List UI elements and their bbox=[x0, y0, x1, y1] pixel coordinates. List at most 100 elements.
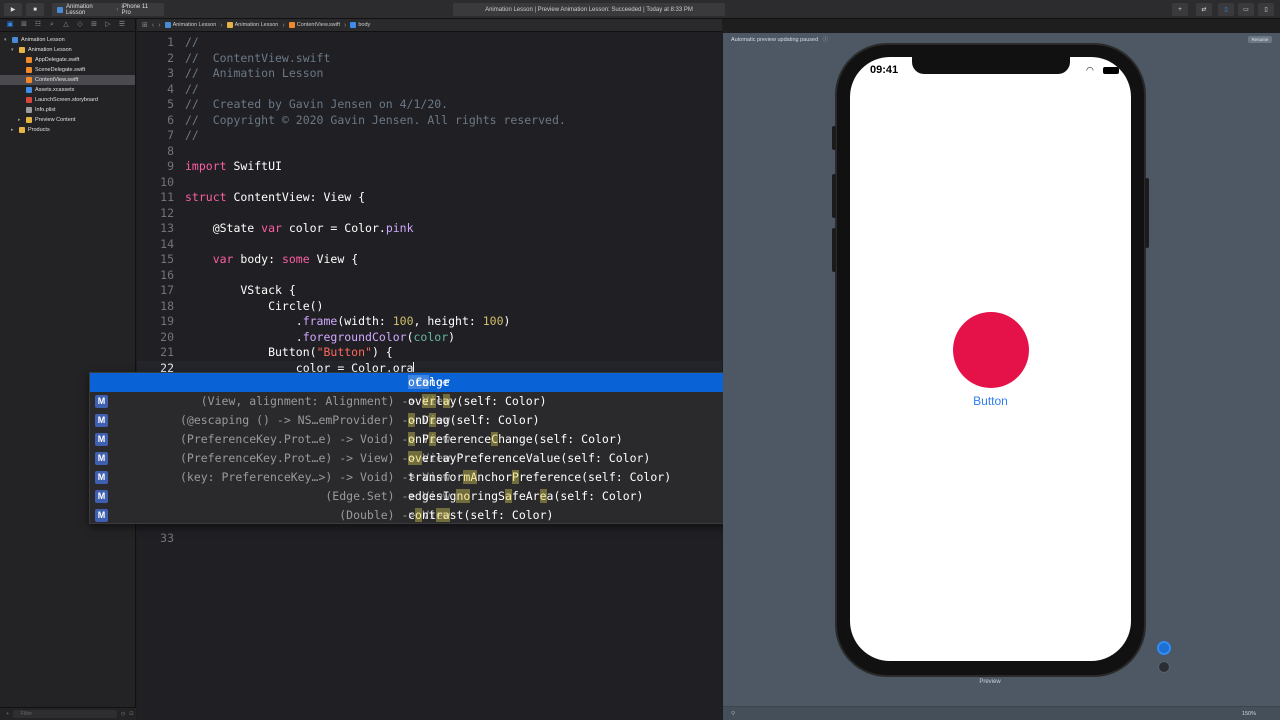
code-token: @State bbox=[185, 221, 262, 235]
zoom-level[interactable]: 150% bbox=[1242, 707, 1256, 720]
related-items-icon[interactable]: ⊞ bbox=[142, 21, 148, 29]
code-line[interactable]: 16 bbox=[137, 268, 722, 284]
code-line[interactable]: 6 // Copyright © 2020 Gavin Jensen. All r… bbox=[137, 113, 722, 129]
navigator-item[interactable]: SceneDelegate.swift bbox=[0, 65, 135, 75]
pink-circle bbox=[953, 312, 1029, 388]
breadcrumb-project[interactable]: Animation Lesson bbox=[164, 22, 216, 28]
code-line[interactable]: 7 // bbox=[137, 128, 722, 144]
navigator-item-label: Preview Content bbox=[35, 117, 76, 123]
filter-input[interactable]: Filter bbox=[12, 710, 117, 718]
navigator-item[interactable]: LaunchScreen.storyboard bbox=[0, 95, 135, 105]
info-icon: ⓘ bbox=[822, 37, 829, 43]
code-token: import bbox=[185, 159, 227, 173]
completion-name: overlayPreferenceValue(self: Color) bbox=[408, 451, 651, 465]
live-preview-icon[interactable] bbox=[1157, 641, 1171, 655]
source-control-icon[interactable]: ⊠ bbox=[20, 21, 28, 29]
code-text: // Copyright © 2020 Gavin Jensen. All ri… bbox=[185, 113, 566, 129]
disclosure-triangle-icon[interactable]: ▾ bbox=[11, 45, 16, 55]
line-number: 18 bbox=[160, 298, 174, 313]
preview-on-device-icon[interactable] bbox=[1158, 661, 1170, 673]
navigator-item[interactable]: ▾ Animation Lesson bbox=[0, 35, 135, 45]
code-token: color = Color. bbox=[281, 221, 386, 235]
code-line[interactable]: 20 .foregroundColor(color) bbox=[137, 330, 722, 346]
back-icon[interactable]: ‹ bbox=[152, 22, 154, 29]
code-line[interactable]: 4 // bbox=[137, 82, 722, 98]
library-button[interactable]: + bbox=[1172, 3, 1188, 16]
code-line[interactable]: 13 @State var color = Color.pink bbox=[137, 221, 722, 237]
line-number: 4 bbox=[167, 81, 174, 96]
inspector-toggle[interactable]: ▯ bbox=[1258, 3, 1274, 16]
hierarchy-icon[interactable]: ☷ bbox=[34, 21, 42, 29]
code-token: color bbox=[413, 329, 449, 344]
navigator-toggle[interactable]: ▯ bbox=[1218, 3, 1234, 16]
debug-toggle[interactable]: ▭ bbox=[1238, 3, 1254, 16]
pin-icon[interactable]: ⚲ bbox=[731, 711, 735, 717]
code-token: ContentView: View { bbox=[226, 190, 366, 204]
navigator-item[interactable]: ContentView.swift bbox=[0, 75, 135, 85]
add-icon[interactable]: + bbox=[6, 711, 9, 717]
code-line[interactable]: 33 bbox=[137, 531, 722, 547]
chevron-right-icon: › bbox=[344, 21, 347, 29]
code-line[interactable]: 18 Circle() bbox=[137, 299, 722, 315]
run-button[interactable]: ▶ bbox=[4, 3, 22, 16]
code-line[interactable]: 2 // ContentView.swift bbox=[137, 51, 722, 67]
silent-switch bbox=[832, 126, 836, 150]
side-button bbox=[1145, 178, 1149, 248]
code-line[interactable]: 19 .frame(width: 100, height: 100) bbox=[137, 314, 722, 330]
test-icon[interactable]: ◇ bbox=[76, 21, 84, 29]
navigator-item[interactable]: ▾ Animation Lesson bbox=[0, 45, 135, 55]
code-line[interactable]: 14 bbox=[137, 237, 722, 253]
navigator-item[interactable]: ▸ Preview Content bbox=[0, 115, 135, 125]
code-token: VStack { bbox=[185, 283, 296, 297]
code-line[interactable]: 3 // Animation Lesson bbox=[137, 66, 722, 82]
code-review-button[interactable]: ⇄ bbox=[1196, 3, 1212, 16]
resume-button[interactable]: Resume bbox=[1248, 36, 1272, 43]
preview-label: Preview bbox=[979, 679, 1001, 685]
line-number: 8 bbox=[167, 143, 174, 158]
navigator-item[interactable]: Info.plist bbox=[0, 105, 135, 115]
preview-button[interactable]: Button bbox=[850, 394, 1131, 408]
code-line[interactable]: 21 Button("Button") { bbox=[137, 345, 722, 361]
method-badge-icon: M bbox=[95, 471, 108, 484]
chevron-right-icon: › bbox=[220, 21, 223, 29]
search-icon[interactable]: ⌕ bbox=[48, 21, 56, 29]
code-token: some bbox=[281, 252, 310, 266]
code-line[interactable]: 12 bbox=[137, 206, 722, 222]
code-line[interactable]: 8 bbox=[137, 144, 722, 160]
recent-files-icon[interactable]: ◷ bbox=[121, 711, 125, 717]
code-text: // Animation Lesson bbox=[185, 66, 323, 82]
code-line[interactable]: 1 // bbox=[137, 35, 722, 51]
code-line[interactable]: 5 // Created by Gavin Jensen on 4/1/20. bbox=[137, 97, 722, 113]
breadcrumb-group[interactable]: Animation Lesson bbox=[226, 22, 278, 28]
method-badge-icon: M bbox=[95, 509, 108, 522]
breadcrumb-file[interactable]: ContentView.swift bbox=[288, 22, 340, 28]
code-text: .foregroundColor(color) bbox=[185, 330, 455, 346]
code-token: . bbox=[185, 329, 303, 344]
breakpoint-icon[interactable]: ▷ bbox=[104, 21, 112, 29]
report-icon[interactable]: ☰ bbox=[118, 21, 126, 29]
folder-icon[interactable]: ▣ bbox=[6, 21, 14, 29]
navigator-item[interactable]: ▸ Products bbox=[0, 125, 135, 135]
debug-icon[interactable]: ⊞ bbox=[90, 21, 98, 29]
line-number: 3 bbox=[167, 66, 174, 80]
code-token: . bbox=[185, 314, 303, 328]
navigator-item[interactable]: AppDelegate.swift bbox=[0, 55, 135, 65]
navigator-item[interactable]: Assets.xcassets bbox=[0, 85, 135, 95]
completion-name: edgesIgnoringSafeArea(self: Color) bbox=[408, 489, 644, 503]
line-number: 33 bbox=[160, 531, 174, 545]
warning-icon[interactable]: △ bbox=[62, 21, 70, 29]
breadcrumb-symbol[interactable]: body bbox=[350, 22, 370, 28]
code-line[interactable]: 17 VStack { bbox=[137, 283, 722, 299]
code-line[interactable]: 10 bbox=[137, 175, 722, 191]
scheme-selector[interactable]: Animation Lesson › iPhone 11 Pro bbox=[52, 3, 164, 16]
scm-filter-icon[interactable]: ⊡ bbox=[129, 711, 133, 717]
disclosure-triangle-icon[interactable]: ▾ bbox=[4, 35, 9, 45]
disclosure-triangle-icon[interactable]: ▸ bbox=[18, 115, 23, 125]
disclosure-triangle-icon[interactable]: ▸ bbox=[11, 125, 16, 135]
code-line[interactable]: 9 import SwiftUI bbox=[137, 159, 722, 175]
stop-button[interactable]: ■ bbox=[26, 3, 44, 16]
code-line[interactable]: 11 struct ContentView: View { bbox=[137, 190, 722, 206]
code-line[interactable]: 15 var body: some View { bbox=[137, 252, 722, 268]
forward-icon[interactable]: › bbox=[158, 22, 160, 29]
